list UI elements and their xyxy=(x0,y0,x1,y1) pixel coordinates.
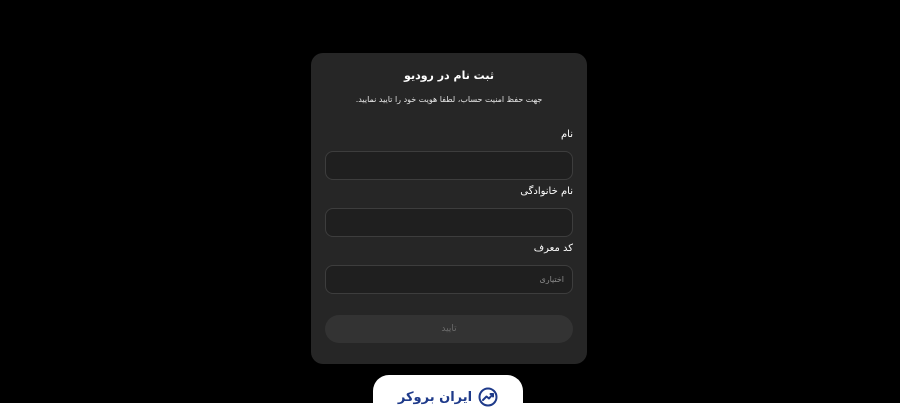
first-name-label: نام xyxy=(560,129,573,140)
referral-code-label: کد معرف xyxy=(533,243,573,254)
form-title: ثبت نام در رودیو xyxy=(404,69,494,82)
signup-card: ثبت نام در رودیو جهت حفظ امنیت حساب، لطف… xyxy=(311,53,587,364)
submit-button[interactable]: تایید xyxy=(325,315,573,343)
brand-name: ایران بروکر xyxy=(397,389,473,405)
page: ثبت نام در رودیو جهت حفظ امنیت حساب، لطف… xyxy=(0,0,900,419)
referral-code-input[interactable] xyxy=(325,265,573,294)
trend-chart-icon xyxy=(478,387,498,407)
form-subtitle: جهت حفظ امنیت حساب، لطفا هویت خود را تای… xyxy=(355,95,543,104)
last-name-label: نام خانوادگی xyxy=(520,186,573,197)
brand-logo[interactable]: ایران بروکر xyxy=(373,375,523,419)
first-name-input[interactable] xyxy=(325,151,573,180)
last-name-input[interactable] xyxy=(325,208,573,237)
